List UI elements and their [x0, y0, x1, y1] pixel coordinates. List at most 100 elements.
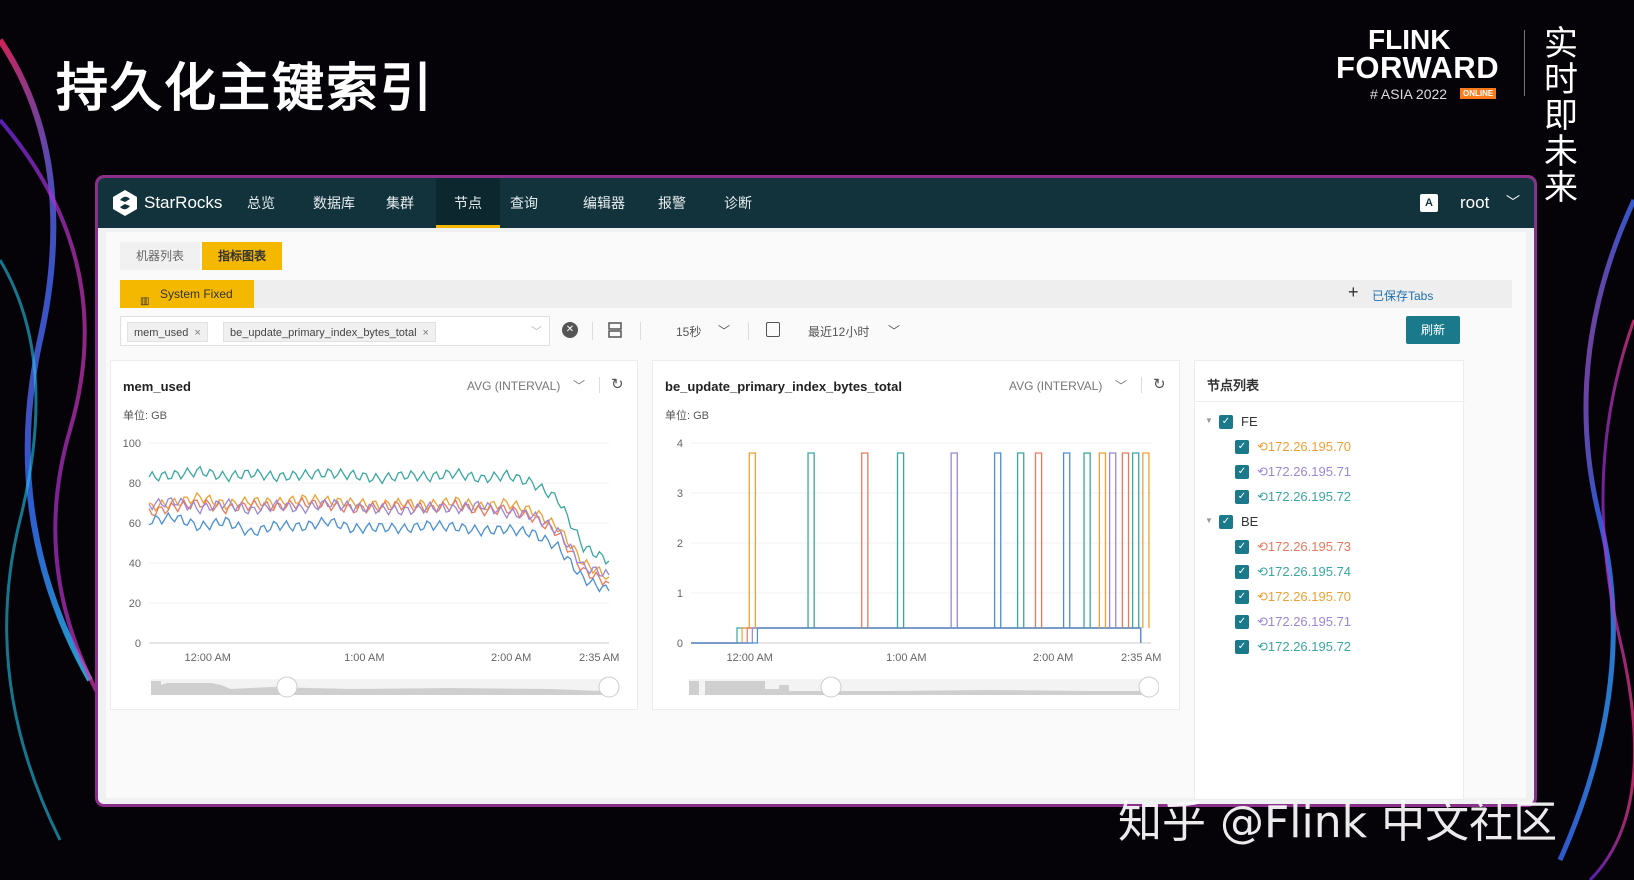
tab-system-fixed[interactable]: ▥ System Fixed: [120, 280, 254, 308]
divider: [592, 322, 593, 340]
x-tick-label: 1:00 AM: [886, 652, 926, 664]
chevron-down-icon[interactable]: ﹀: [1115, 377, 1127, 394]
node-list-title: 节点列表: [1207, 378, 1260, 393]
series-line: [691, 627, 1142, 644]
metric-select[interactable]: mem_used × be_update_primary_index_bytes_…: [120, 316, 550, 346]
spike-mark: [1121, 452, 1130, 628]
brand-slogan: 实时即未来: [1544, 24, 1578, 208]
saved-tabs-link[interactable]: 已保存Tabs: [1372, 287, 1433, 304]
nav-item[interactable]: 查询: [502, 178, 546, 228]
tab-system-fixed-label: System Fixed: [160, 287, 233, 301]
refresh-icon[interactable]: ↻: [1153, 375, 1166, 393]
node-ip: ⟲172.26.195.70: [1257, 439, 1352, 454]
scrubber-handle-left[interactable]: [820, 676, 842, 698]
chevron-down-icon[interactable]: ﹀: [888, 322, 900, 339]
checkbox[interactable]: ✓: [1235, 440, 1249, 454]
metric-chip[interactable]: mem_used ×: [127, 322, 208, 342]
x-tick-label: 2:35 AM: [579, 652, 619, 664]
x-tick-label: 2:00 AM: [1033, 652, 1073, 664]
node-ip: ⟲172.26.195.71: [1257, 464, 1352, 479]
time-scrubber[interactable]: [689, 675, 1159, 699]
panel-title: mem_used: [123, 379, 191, 394]
time-scrubber[interactable]: [151, 675, 621, 699]
chevron-down-icon[interactable]: ﹀: [718, 322, 730, 339]
metric-chip-label: mem_used: [134, 327, 189, 339]
checkbox[interactable]: ✓: [1235, 540, 1249, 554]
y-tick-label: 0: [135, 638, 141, 650]
y-tick-label: 60: [129, 518, 141, 530]
slide-title: 持久化主键索引: [56, 59, 435, 119]
starrocks-window: StarRocks 总览 数据库 集群 节点 查询 编辑器 报警 诊断 A root ﹀ 机器…: [98, 178, 1534, 804]
nav-item[interactable]: 集群: [378, 178, 422, 228]
nav-item[interactable]: 总览: [238, 178, 284, 228]
time-range-select[interactable]: 最近12小时: [808, 323, 869, 340]
y-tick-label: 20: [129, 598, 141, 610]
spike-mark: [1062, 452, 1071, 628]
add-tab-button[interactable]: +: [1348, 282, 1359, 303]
checkbox[interactable]: ✓: [1219, 415, 1233, 429]
divider: [599, 377, 600, 393]
spike-mark: [1083, 452, 1091, 628]
x-tick-label: 12:00 AM: [726, 652, 772, 664]
spike-mark: [861, 452, 869, 628]
nav-item[interactable]: 节点: [436, 178, 500, 228]
mem-used-chart: 100 80 60 40 20 0 12:00 AM 1:00 AM 2:00 AM 2:35 A…: [123, 438, 620, 664]
refresh-button[interactable]: 刷新: [1406, 316, 1460, 344]
close-icon[interactable]: ×: [423, 327, 429, 339]
chevron-down-icon[interactable]: ﹀: [531, 323, 542, 339]
chart-panel-mem-used: mem_used AVG (INTERVAL) ﹀ ↻ 单位: GB 100 80…: [110, 360, 638, 710]
bar-chart-icon: ▥: [140, 296, 150, 307]
node-ip: ⟲172.26.195.72: [1257, 489, 1352, 504]
starrocks-logo-icon: [113, 190, 137, 216]
scrubber-handle-left[interactable]: [276, 676, 298, 698]
chevron-down-icon[interactable]: ﹀: [573, 377, 585, 394]
metric-chip[interactable]: be_update_primary_index_bytes_total ×: [223, 322, 436, 342]
nav-item[interactable]: 诊断: [716, 178, 760, 228]
node-group-label: FE: [1241, 414, 1258, 429]
checkbox[interactable]: ✓: [1235, 590, 1249, 604]
close-icon[interactable]: ×: [194, 327, 200, 339]
chevron-down-icon[interactable]: ﹀: [1506, 192, 1520, 212]
divider: [748, 322, 749, 340]
checkbox[interactable]: ✓: [1235, 615, 1249, 629]
checkbox[interactable]: ✓: [1235, 465, 1249, 479]
nav-item[interactable]: 数据库: [302, 178, 366, 228]
clear-icon[interactable]: ✕: [562, 322, 578, 338]
y-tick-label: 0: [677, 638, 683, 650]
y-tick-label: 100: [123, 438, 141, 450]
nav-item[interactable]: 编辑器: [572, 178, 636, 228]
series-line: [148, 465, 610, 566]
scrubber-handle-right[interactable]: [598, 676, 620, 698]
caret-down-icon[interactable]: ▼: [1205, 416, 1213, 425]
main-content: 机器列表 指标图表 ▥ System Fixed + 已保存Tabs mem_u…: [106, 232, 1526, 800]
saved-tabs-bar: ▥ System Fixed + 已保存Tabs: [120, 280, 1512, 308]
checkbox[interactable]: ✓: [1235, 640, 1249, 654]
node-ip: ⟲172.26.195.74: [1257, 564, 1352, 579]
translate-icon[interactable]: A: [1420, 194, 1438, 212]
subtab-machine-list[interactable]: 机器列表: [120, 242, 200, 270]
x-tick-label: 12:00 AM: [184, 652, 230, 664]
y-tick-label: 1: [677, 588, 683, 600]
aggregation-select[interactable]: AVG (INTERVAL): [1009, 379, 1102, 393]
checkbox[interactable]: ✓: [1235, 490, 1249, 504]
checkbox[interactable]: ✓: [1235, 565, 1249, 579]
subtab-metric-charts[interactable]: 指标图表: [202, 242, 282, 270]
aggregation-select[interactable]: AVG (INTERVAL): [467, 379, 560, 393]
flink-forward-logo: FLINK FORWARD # ASIA 2022 ONLINE 实时即未来: [1336, 24, 1616, 206]
calendar-icon[interactable]: [766, 322, 780, 337]
scrubber-handle-right[interactable]: [1138, 676, 1159, 698]
refresh-icon[interactable]: ↻: [611, 375, 624, 393]
user-menu[interactable]: root: [1460, 193, 1489, 213]
y-tick-label: 40: [129, 558, 141, 570]
top-nav-bar: StarRocks 总览 数据库 集群 节点 查询 编辑器 报警 诊断 A root ﹀: [98, 178, 1534, 228]
panel-title: be_update_primary_index_bytes_total: [665, 379, 902, 394]
filter-bar: mem_used × be_update_primary_index_bytes_…: [120, 316, 1512, 346]
nav-item[interactable]: 报警: [650, 178, 694, 228]
node-group-label: BE: [1241, 514, 1259, 529]
chart-panel-primary-index: be_update_primary_index_bytes_total AVG …: [652, 360, 1180, 710]
caret-down-icon[interactable]: ▼: [1205, 516, 1213, 525]
layout-icon[interactable]: [608, 321, 622, 339]
spike-mark: [1108, 452, 1117, 628]
interval-select[interactable]: 15秒: [676, 323, 701, 340]
checkbox[interactable]: ✓: [1219, 515, 1233, 529]
